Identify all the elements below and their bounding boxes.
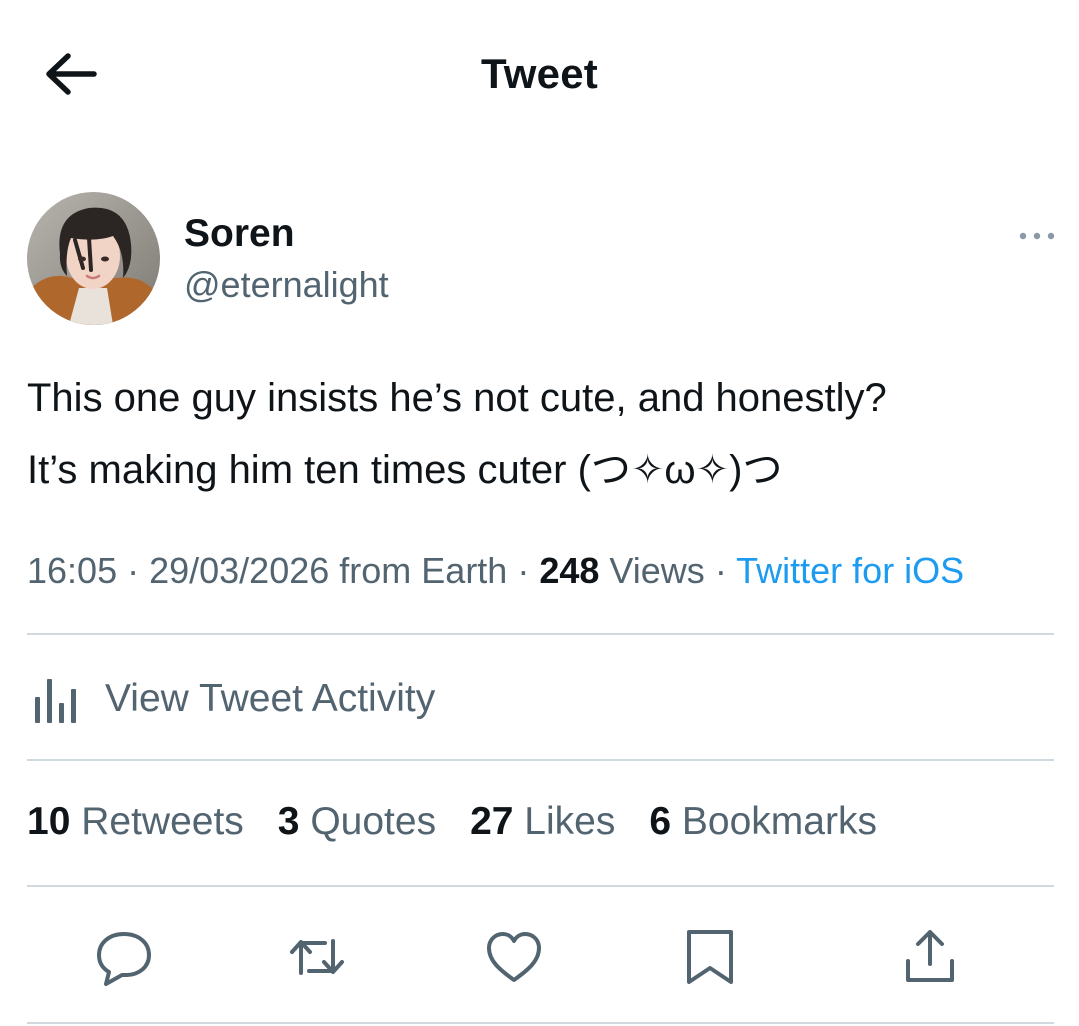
reply-icon (97, 932, 151, 986)
views-count: 248 (539, 550, 600, 591)
divider (27, 633, 1054, 635)
like-icon (487, 932, 541, 982)
bar-chart-icon (35, 679, 76, 723)
meta-separator: · (507, 550, 540, 591)
divider (27, 759, 1054, 761)
retweets-label: Retweets (70, 800, 244, 843)
reply-button[interactable] (92, 925, 156, 989)
tweet-source-link[interactable]: Twitter for iOS (736, 550, 964, 591)
more-dots-icon (1019, 232, 1055, 240)
bookmark-button[interactable] (678, 925, 742, 989)
like-button[interactable] (482, 925, 546, 989)
quotes-count: 3 (277, 800, 300, 843)
avatar[interactable] (27, 192, 160, 325)
tweet-location: from Earth (329, 550, 508, 591)
retweet-icon (290, 939, 344, 975)
retweets-stat[interactable]: 10 Retweets (27, 800, 244, 844)
bookmarks-stat[interactable]: 6 Bookmarks (649, 800, 877, 844)
engagement-stats: 10 Retweets 3 Quotes 27 Likes 6 Bookmark… (27, 800, 911, 844)
avatar-photo (27, 192, 160, 325)
quotes-label: Quotes (299, 800, 437, 843)
likes-count: 27 (470, 800, 514, 843)
page-title: Tweet (481, 50, 598, 97)
tweet-text-line: It’s making him ten times cuter (つ✧ω✧)つ (27, 448, 783, 492)
tweet-text-line: This one guy insists he’s not cute, and … (27, 376, 887, 420)
likes-stat[interactable]: 27 Likes (470, 800, 615, 844)
meta-separator: · (704, 550, 737, 591)
divider (27, 1022, 1054, 1024)
tweet-meta: 16:05 · 29/03/2026 from Earth · 248 View… (27, 550, 964, 592)
divider (27, 885, 1054, 887)
share-button[interactable] (898, 925, 962, 989)
bookmark-icon (687, 930, 733, 984)
tweet-date[interactable]: 29/03/2026 (149, 550, 329, 591)
meta-separator: · (117, 550, 150, 591)
view-tweet-activity-label: View Tweet Activity (105, 677, 436, 720)
view-tweet-activity-button[interactable]: View Tweet Activity (27, 664, 435, 734)
bookmarks-label: Bookmarks (671, 800, 877, 843)
retweet-button[interactable] (285, 925, 349, 989)
tweet-time[interactable]: 16:05 (27, 550, 117, 591)
display-name[interactable]: Soren (184, 212, 295, 256)
header: Tweet (0, 0, 1079, 150)
bookmarks-count: 6 (649, 800, 672, 843)
views-label: Views (599, 550, 705, 591)
share-icon (906, 930, 954, 982)
retweets-count: 10 (27, 800, 71, 843)
user-handle[interactable]: @eternalight (184, 264, 389, 306)
quotes-stat[interactable]: 3 Quotes (278, 800, 436, 844)
more-options-button[interactable] (1010, 222, 1060, 252)
tweet-text: This one guy insists he’s not cute, and … (27, 362, 1057, 506)
likes-label: Likes (513, 800, 616, 843)
